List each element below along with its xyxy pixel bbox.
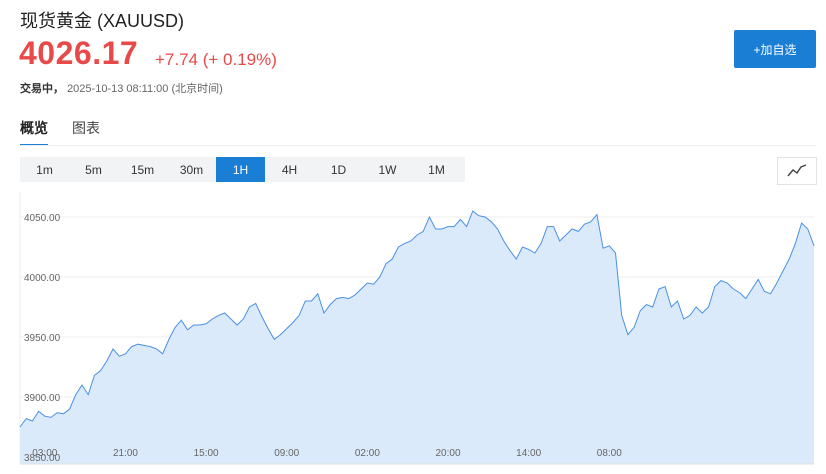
x-tick-label: 03:00 — [32, 448, 57, 459]
range-button-1mo[interactable]: 1M — [412, 157, 461, 182]
x-tick-label: 02:00 — [355, 448, 380, 459]
x-tick-label: 14:00 — [516, 448, 541, 459]
range-button-30m[interactable]: 30m — [167, 157, 216, 182]
x-tick-label: 09:00 — [274, 448, 299, 459]
line-chart-icon — [787, 164, 807, 177]
x-tick-label: 15:00 — [194, 448, 219, 459]
range-button-1h[interactable]: 1H — [216, 157, 265, 182]
x-tick-label: 20:00 — [436, 448, 461, 459]
tab-bar: 概览 图表 — [20, 118, 100, 146]
price-chart[interactable]: 3850.00 3900.00 3950.00 4000.00 4050.00 03:00… — [0, 188, 826, 474]
range-button-1d[interactable]: 1D — [314, 157, 363, 182]
price-change: +7.74 (+ 0.19%) — [155, 50, 277, 69]
range-button-4h[interactable]: 4H — [265, 157, 314, 182]
y-tick-label: 3900.00 — [24, 393, 61, 404]
x-tick-label: 08:00 — [597, 448, 622, 459]
range-button-15m[interactable]: 15m — [118, 157, 167, 182]
status-label: 交易中， — [20, 83, 64, 95]
price-chart-svg: 3850.003900.003950.004000.004050.0003:00… — [19, 192, 815, 465]
tab-divider — [20, 145, 816, 146]
range-button-1m[interactable]: 1m — [20, 157, 69, 182]
add-watchlist-button[interactable]: +加自选 — [734, 30, 816, 68]
time-range-selector: 1m 5m 15m 30m 1H 4H 1D 1W 1M — [20, 157, 465, 182]
instrument-title: 现货黄金 (XAUUSD) — [20, 11, 185, 31]
y-tick-label: 4050.00 — [24, 213, 61, 224]
tab-overview[interactable]: 概览 — [20, 118, 48, 146]
status-time: 2025-10-13 08:11:00 (北京时间) — [67, 83, 223, 95]
range-button-5m[interactable]: 5m — [69, 157, 118, 182]
tab-chart[interactable]: 图表 — [72, 118, 100, 146]
range-button-1w[interactable]: 1W — [363, 157, 412, 182]
trading-status: 交易中， 2025-10-13 08:11:00 (北京时间) — [20, 80, 223, 96]
y-tick-label: 3950.00 — [24, 333, 61, 344]
x-tick-label: 21:00 — [113, 448, 138, 459]
y-tick-label: 4000.00 — [24, 273, 61, 284]
current-price: 4026.17 — [19, 35, 139, 71]
chart-type-button[interactable] — [777, 157, 817, 185]
